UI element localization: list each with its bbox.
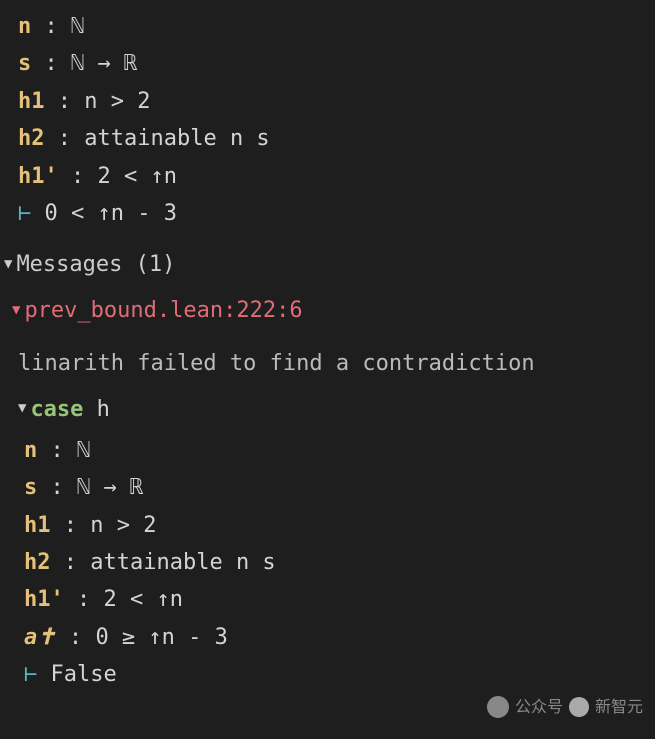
hyp-type: n > 2 xyxy=(90,513,156,538)
hyp-name: s xyxy=(24,475,37,500)
error-message: linarith failed to find a contradiction xyxy=(0,331,655,390)
error-location-text: prev_bound.lean:222:6 xyxy=(24,292,302,329)
goal-text: 0 < ↑n - 3 xyxy=(45,201,177,226)
watermark-text-1: 公众号 xyxy=(515,694,563,721)
hyp-type: ℕ xyxy=(71,14,84,39)
hyp-name: n xyxy=(18,14,31,39)
error-location-link[interactable]: ▼ prev_bound.lean:222:6 xyxy=(8,290,655,331)
hypothesis-line: h1' : 2 < ↑n xyxy=(24,581,631,618)
case-name: h xyxy=(97,391,110,428)
hyp-name: h1' xyxy=(24,587,64,612)
hyp-type: ℕ xyxy=(77,438,90,463)
hypothesis-line: h1 : n > 2 xyxy=(18,83,637,120)
hypothesis-line: s : ℕ → ℝ xyxy=(18,45,637,82)
hyp-type: attainable n s xyxy=(90,550,275,575)
avatar-icon xyxy=(569,697,589,717)
turnstile-icon: ⊢ xyxy=(24,662,37,687)
hyp-name: a✝ xyxy=(24,625,56,650)
hyp-type: attainable n s xyxy=(84,126,269,151)
hypothesis-line: h1 : n > 2 xyxy=(24,507,631,544)
messages-title: Messages (1) xyxy=(16,246,175,283)
watermark-text-2: 新智元 xyxy=(595,694,643,721)
turnstile-icon: ⊢ xyxy=(18,201,31,226)
hypothesis-line: s : ℕ → ℝ xyxy=(24,469,631,506)
hypothesis-line: n : ℕ xyxy=(18,8,637,45)
wechat-icon xyxy=(487,696,509,718)
messages-header[interactable]: ▼ Messages (1) xyxy=(0,240,655,289)
case-header[interactable]: ▼ case h xyxy=(0,391,655,428)
hyp-name: n xyxy=(24,438,37,463)
goal-text: False xyxy=(51,662,117,687)
hyp-type: n > 2 xyxy=(84,89,150,114)
chevron-down-icon: ▼ xyxy=(18,397,26,421)
goal-state-block: n : ℕ s : ℕ → ℝ h1 : n > 2 h2 : attainab… xyxy=(0,0,655,240)
hypothesis-line: h2 : attainable n s xyxy=(18,120,637,157)
goal-line: ⊢ False xyxy=(24,656,631,693)
hyp-type: ℕ → ℝ xyxy=(77,475,143,500)
hyp-type: 0 ≥ ↑n - 3 xyxy=(95,625,227,650)
case-keyword: case xyxy=(30,391,83,428)
hypothesis-line: n : ℕ xyxy=(24,432,631,469)
hyp-name: h2 xyxy=(18,126,45,151)
hyp-name: s xyxy=(18,51,31,76)
hyp-type: ℕ → ℝ xyxy=(71,51,137,76)
hyp-name: h1 xyxy=(18,89,45,114)
watermark: 公众号 新智元 xyxy=(487,694,643,721)
hyp-name: h1 xyxy=(24,513,51,538)
hyp-type: 2 < ↑n xyxy=(104,587,183,612)
case-goal-state: n : ℕ s : ℕ → ℝ h1 : n > 2 h2 : attainab… xyxy=(0,428,655,698)
hyp-name: h2 xyxy=(24,550,51,575)
hyp-name: h1' xyxy=(18,164,58,189)
goal-line: ⊢ 0 < ↑n - 3 xyxy=(18,195,637,232)
hypothesis-line: a✝ : 0 ≥ ↑n - 3 xyxy=(24,619,631,656)
hyp-type: 2 < ↑n xyxy=(98,164,177,189)
chevron-down-icon: ▼ xyxy=(12,299,20,323)
chevron-down-icon: ▼ xyxy=(4,253,12,277)
hypothesis-line: h2 : attainable n s xyxy=(24,544,631,581)
hypothesis-line: h1' : 2 < ↑n xyxy=(18,158,637,195)
